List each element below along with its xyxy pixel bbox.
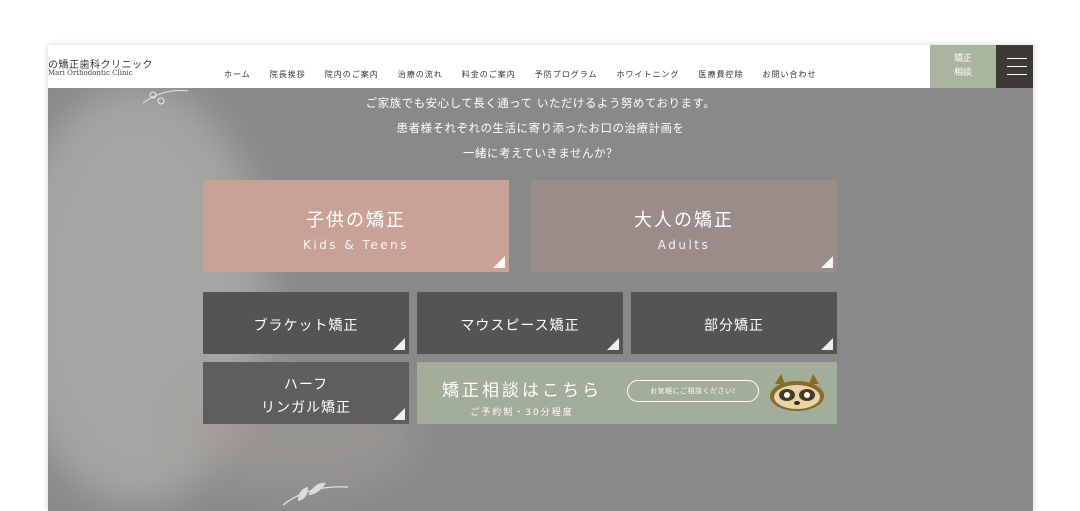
adults-card-title: 大人の矯正 bbox=[634, 210, 734, 231]
menu-line bbox=[1007, 66, 1027, 67]
corner-arrow-icon bbox=[393, 408, 405, 420]
consultation-title: 矯正相談はこちら bbox=[442, 381, 602, 401]
half-lingual-label-line1: ハーフ bbox=[283, 377, 329, 393]
hamburger-menu-icon[interactable] bbox=[996, 45, 1033, 88]
consult-button-line1: 矯正 bbox=[953, 54, 972, 64]
half-lingual-card[interactable]: ハーフ リンガル矯正 bbox=[203, 362, 409, 424]
bracket-card-label: ブラケット矯正 bbox=[253, 318, 359, 334]
partial-card-label: 部分矯正 bbox=[704, 318, 764, 334]
menu-line bbox=[1007, 58, 1027, 59]
nav-item-whitening[interactable]: ホワイトニング bbox=[617, 69, 680, 80]
nav-item-treatment-flow[interactable]: 治療の流れ bbox=[398, 69, 443, 80]
consultation-subtitle: ご予約制・30分程度 bbox=[470, 408, 574, 418]
corner-arrow-icon bbox=[821, 256, 833, 268]
nav-item-tax-deduction[interactable]: 医療費控除 bbox=[699, 69, 744, 80]
mouthpiece-orthodontics-card[interactable]: マウスピース矯正 bbox=[417, 292, 623, 354]
raccoon-mascot-icon bbox=[770, 374, 824, 411]
kids-card-subtitle: Kids & Teens bbox=[303, 238, 409, 252]
nav-item-clinic-guide[interactable]: 院内のご案内 bbox=[325, 69, 379, 80]
page-frame: の矯正歯科クリニック Mari Orthodontic Clinic ホーム 院… bbox=[48, 45, 1033, 511]
bracket-orthodontics-card[interactable]: ブラケット矯正 bbox=[203, 292, 409, 354]
adults-card-subtitle: Adults bbox=[657, 238, 711, 252]
intro-line-3: 一緒に考えていきませんか？ bbox=[462, 146, 619, 160]
nav-item-greeting[interactable]: 院長挨拶 bbox=[270, 69, 306, 80]
corner-arrow-icon bbox=[493, 256, 505, 268]
corner-arrow-icon bbox=[393, 338, 405, 350]
global-nav: ホーム 院長挨拶 院内のご案内 治療の流れ 料金のご案内 予防プログラム ホワイ… bbox=[224, 69, 836, 80]
menu-line bbox=[1007, 74, 1027, 75]
kids-orthodontics-card[interactable]: 子供の矯正 Kids & Teens bbox=[203, 180, 509, 272]
consult-button[interactable]: 矯正 相談 bbox=[930, 45, 996, 88]
nav-item-home[interactable]: ホーム bbox=[224, 69, 251, 80]
intro-line-2: 患者様それぞれの生活に寄り添ったお口の治療計画を bbox=[396, 121, 685, 135]
kids-card-title: 子供の矯正 bbox=[306, 210, 406, 231]
corner-arrow-icon bbox=[821, 338, 833, 350]
corner-arrow-icon bbox=[607, 338, 619, 350]
leaf-decoration-icon bbox=[282, 482, 349, 506]
adult-orthodontics-card[interactable]: 大人の矯正 Adults bbox=[531, 180, 837, 272]
nav-item-contact[interactable]: お問い合わせ bbox=[763, 69, 817, 80]
intro-line-1: ご家族でも安心して長く通って いただけるよう努めております。 bbox=[365, 96, 716, 110]
site-header: の矯正歯科クリニック Mari Orthodontic Clinic ホーム 院… bbox=[48, 45, 1033, 88]
consultation-text-group: 矯正相談はこちら ご予約制・30分程度 bbox=[437, 376, 607, 418]
consultation-banner[interactable]: 矯正相談はこちら ご予約制・30分程度 お気軽にご相談ください! bbox=[417, 362, 837, 424]
partial-orthodontics-card[interactable]: 部分矯正 bbox=[631, 292, 837, 354]
mouthpiece-card-label: マウスピース矯正 bbox=[460, 318, 580, 334]
logo-subtext[interactable]: Mari Orthodontic Clinic bbox=[48, 69, 133, 77]
consult-button-line2: 相談 bbox=[953, 68, 972, 78]
nav-item-pricing[interactable]: 料金のご案内 bbox=[462, 69, 516, 80]
nav-item-prevention[interactable]: 予防プログラム bbox=[535, 69, 598, 80]
speech-bubble: お気軽にご相談ください! bbox=[627, 380, 759, 402]
half-lingual-label-line2: リンガル矯正 bbox=[261, 400, 351, 416]
